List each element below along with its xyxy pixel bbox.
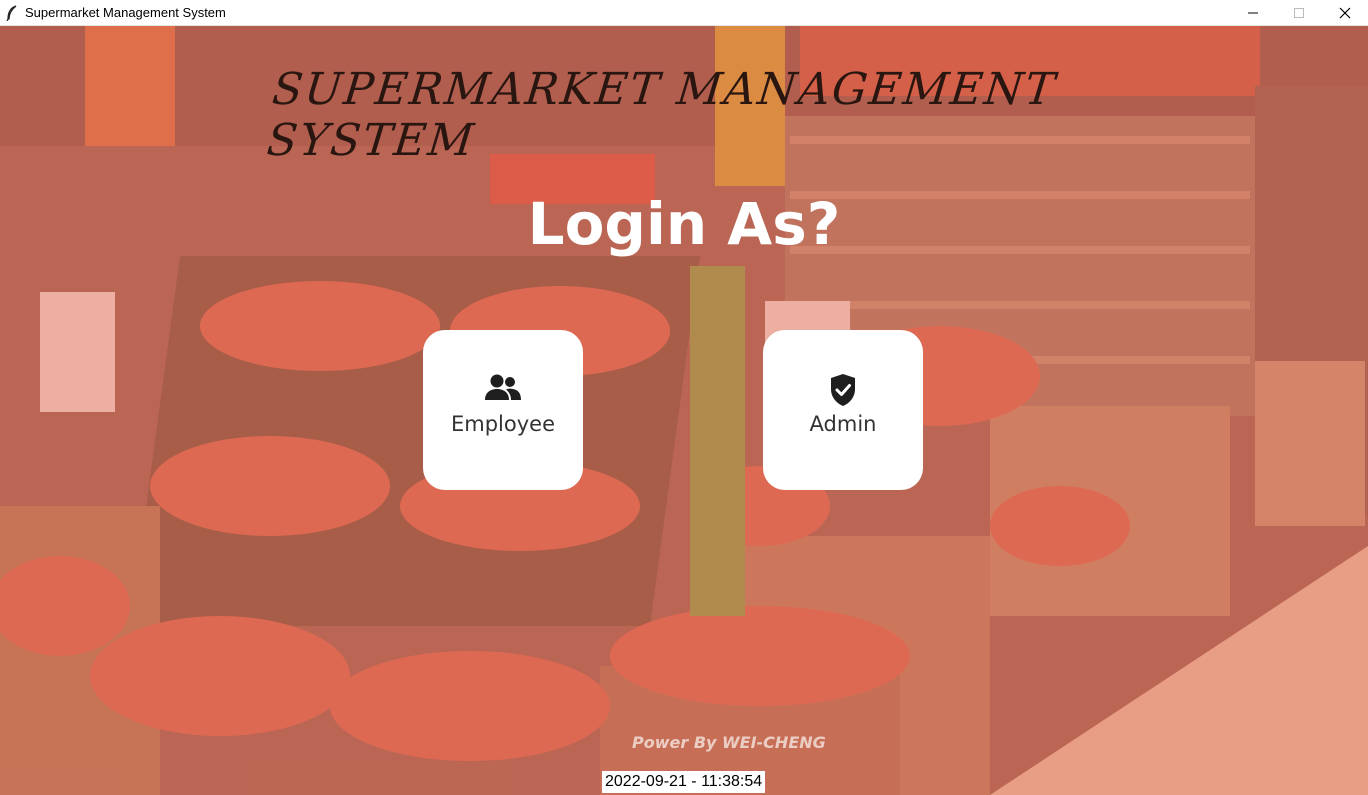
- close-icon: [1339, 7, 1351, 19]
- employee-label: Employee: [450, 412, 555, 436]
- powered-by-watermark: Power By WEI-CHENG: [632, 733, 826, 752]
- maximize-button[interactable]: [1276, 0, 1322, 26]
- maximize-icon: [1294, 8, 1304, 18]
- window-titlebar: Supermarket Management System: [0, 0, 1368, 26]
- system-title: SUPERMARKET MANAGEMENT SYSTEM: [264, 64, 1060, 166]
- login-screen: SUPERMARKET MANAGEMENT SYSTEM Login As? …: [0, 26, 1368, 795]
- users-icon: [485, 374, 521, 400]
- admin-login-button[interactable]: Admin: [763, 330, 923, 490]
- datetime-label: 2022-09-21 - 11:38:54: [602, 771, 766, 793]
- minimize-icon: [1248, 12, 1258, 14]
- employee-login-button[interactable]: Employee: [423, 330, 583, 490]
- shield-check-icon: [831, 374, 855, 406]
- admin-label: Admin: [809, 412, 877, 436]
- feather-icon: [6, 5, 17, 21]
- minimize-button[interactable]: [1230, 0, 1276, 26]
- window-title: Supermarket Management System: [25, 5, 226, 20]
- login-heading: Login As?: [527, 190, 841, 258]
- close-button[interactable]: [1322, 0, 1368, 26]
